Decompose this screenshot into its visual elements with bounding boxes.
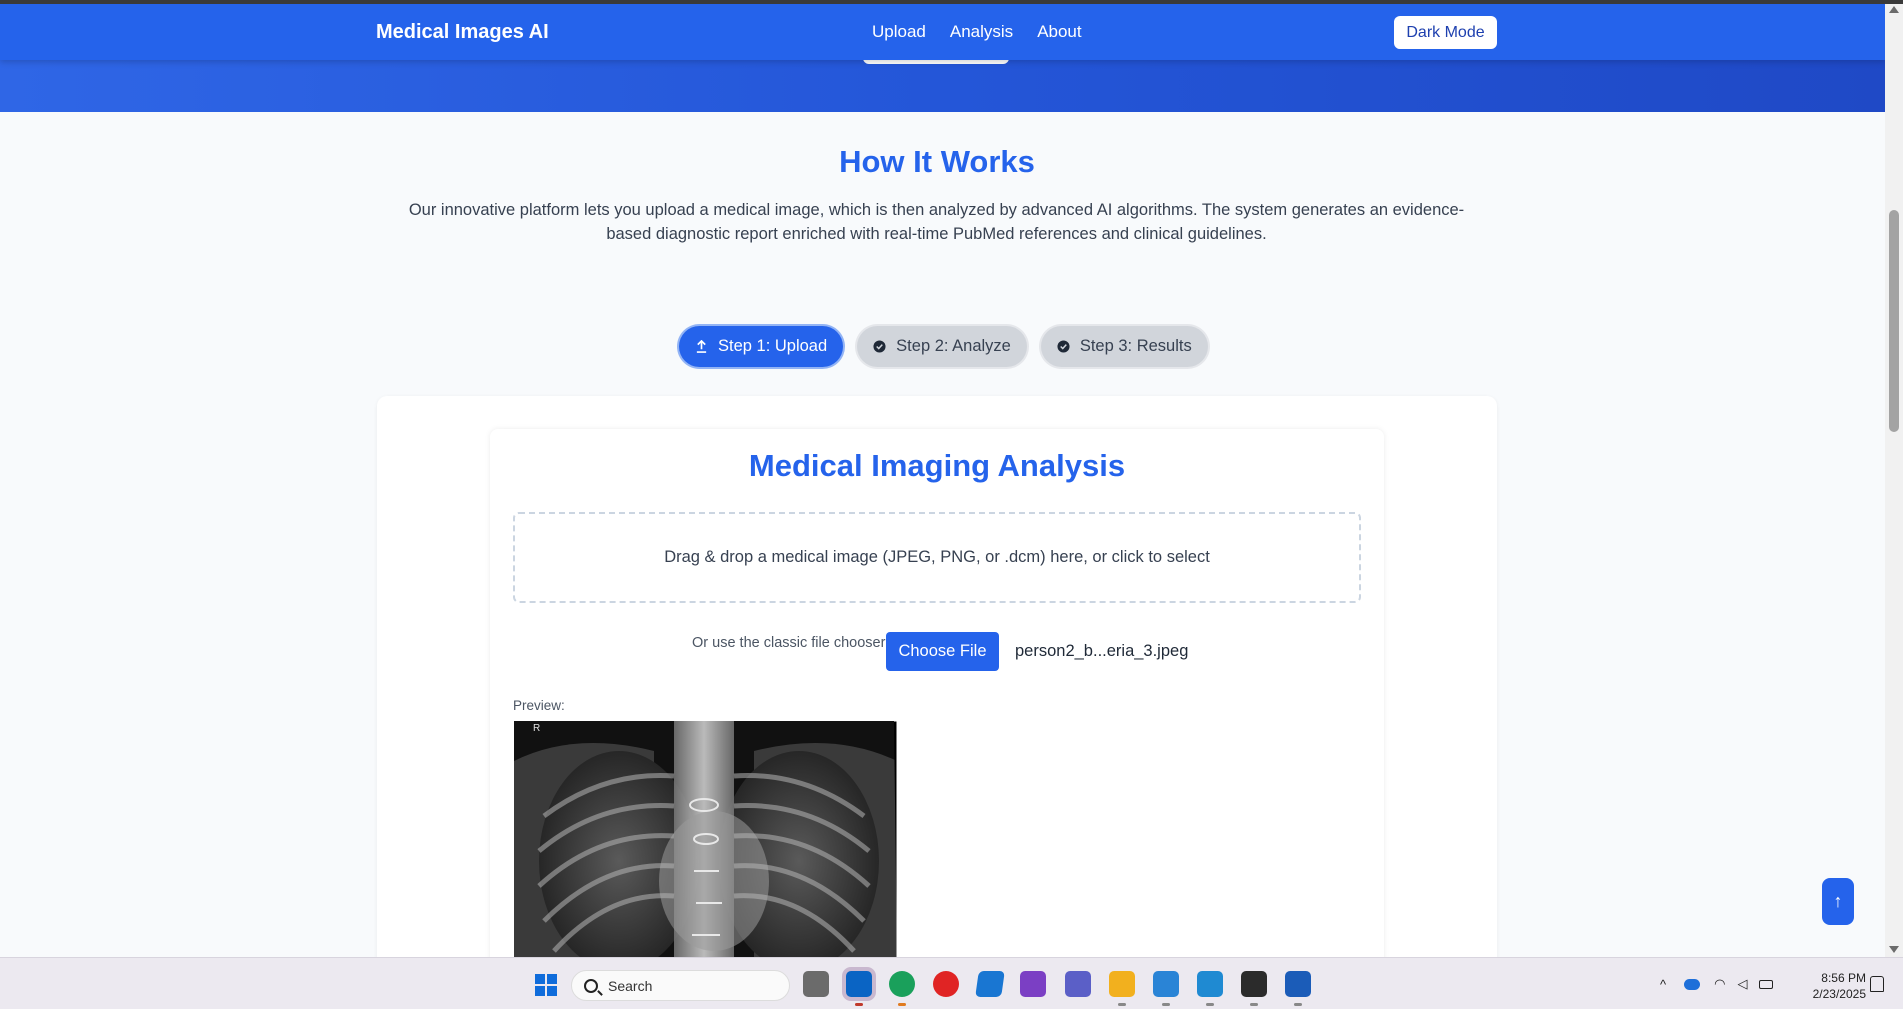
nav-links: Upload Analysis About [872, 4, 1082, 60]
vivaldi-icon[interactable] [933, 971, 959, 997]
dropzone-text: Drag & drop a medical image (JPEG, PNG, … [664, 548, 1210, 566]
step-tabs: Step 1: Upload Step 2: Analyze Step 3: R… [679, 326, 1208, 367]
app-indicator [1250, 1003, 1258, 1006]
file-chooser-label: Or use the classic file chooser: [692, 635, 890, 651]
teams-icon[interactable] [1065, 971, 1091, 997]
step-results-tab[interactable]: Step 3: Results [1040, 326, 1208, 367]
app-indicator [898, 1003, 906, 1006]
scroll-to-top-button[interactable]: ↑ [1822, 878, 1854, 925]
nav-link-analysis[interactable]: Analysis [950, 22, 1013, 42]
onedrive-icon[interactable] [1684, 978, 1701, 990]
task-view-icon[interactable] [803, 971, 829, 997]
notepad-icon[interactable] [1153, 971, 1179, 997]
brand-logo[interactable]: Medical Images AI [376, 4, 549, 60]
taskbar-search[interactable]: Search [571, 970, 790, 1001]
word-icon[interactable] [1285, 971, 1311, 997]
image-dropzone[interactable]: Drag & drop a medical image (JPEG, PNG, … [513, 512, 1361, 603]
visual-studio-icon[interactable] [1020, 971, 1046, 997]
edge-browser-icon[interactable] [889, 971, 915, 997]
app-indicator [1294, 1003, 1302, 1006]
preview-label: Preview: [513, 698, 565, 713]
scroll-up-arrow-icon[interactable] [1889, 6, 1899, 13]
vscode-icon[interactable] [1197, 971, 1223, 997]
how-it-works-description: Our innovative platform lets you upload … [408, 201, 1465, 243]
battery-icon[interactable] [1759, 979, 1774, 989]
nav-link-upload[interactable]: Upload [872, 22, 926, 42]
taskbar-search-label: Search [608, 977, 653, 994]
clock-time: 8:56 PM [1821, 971, 1866, 985]
step-label: Step 3: Results [1079, 337, 1192, 355]
choose-file-button[interactable]: Choose File [886, 632, 999, 671]
arrow-up-icon: ↑ [1833, 891, 1843, 911]
scrollbar[interactable] [1885, 4, 1903, 957]
step-label: Step 1: Upload [718, 337, 828, 355]
chest-xray-icon: R [514, 721, 897, 957]
how-it-works-title: How It Works [839, 144, 1035, 179]
xray-marker: R [533, 723, 540, 734]
app-indicator [1162, 1003, 1170, 1006]
windows-start-icon[interactable] [535, 974, 557, 996]
nav-link-about[interactable]: About [1037, 22, 1081, 42]
clock-date: 2/23/2025 [1812, 987, 1866, 1001]
active-app-indicator [855, 1003, 863, 1006]
step-label: Step 2: Analyze [896, 337, 1011, 355]
analysis-title: Medical Imaging Analysis [748, 448, 1126, 483]
selected-file-name: person2_b...eria_3.jpeg [1015, 642, 1189, 660]
outlook-icon[interactable] [846, 971, 872, 997]
volume-icon[interactable]: ◁ [1737, 976, 1747, 992]
taskbar-clock[interactable]: 8:56 PM 2/23/2025 [1800, 970, 1866, 1002]
check-circle-icon [1057, 340, 1070, 353]
scrollbar-thumb[interactable] [1889, 210, 1899, 432]
notification-bell-icon[interactable] [1870, 976, 1884, 992]
dark-mode-button[interactable]: Dark Mode [1394, 16, 1497, 49]
wifi-icon[interactable]: ◠ [1714, 976, 1725, 992]
step-upload-tab[interactable]: Step 1: Upload [679, 326, 844, 367]
page-viewport: Medical Images AI Upload Analysis About … [0, 4, 1885, 957]
taskbar: Search ^ ◠ ◁ 8:56 PM 2/23/2025 [0, 957, 1903, 1009]
app-indicator [1118, 1003, 1126, 1006]
step-analyze-tab[interactable]: Step 2: Analyze [857, 326, 1027, 367]
navbar: Medical Images AI Upload Analysis About … [0, 4, 1885, 60]
scroll-down-arrow-icon[interactable] [1889, 946, 1899, 953]
terminal-icon[interactable] [1241, 971, 1267, 997]
xray-preview-image: R [514, 721, 897, 957]
upload-icon [696, 340, 707, 353]
file-explorer-icon[interactable] [1109, 971, 1135, 997]
system-tray: ^ ◠ ◁ [1660, 958, 1774, 1009]
app-icon[interactable] [975, 971, 1005, 997]
app-indicator [1206, 1003, 1214, 1006]
chevron-up-icon[interactable]: ^ [1660, 977, 1666, 992]
search-icon [584, 979, 598, 993]
check-circle-icon [873, 340, 886, 353]
